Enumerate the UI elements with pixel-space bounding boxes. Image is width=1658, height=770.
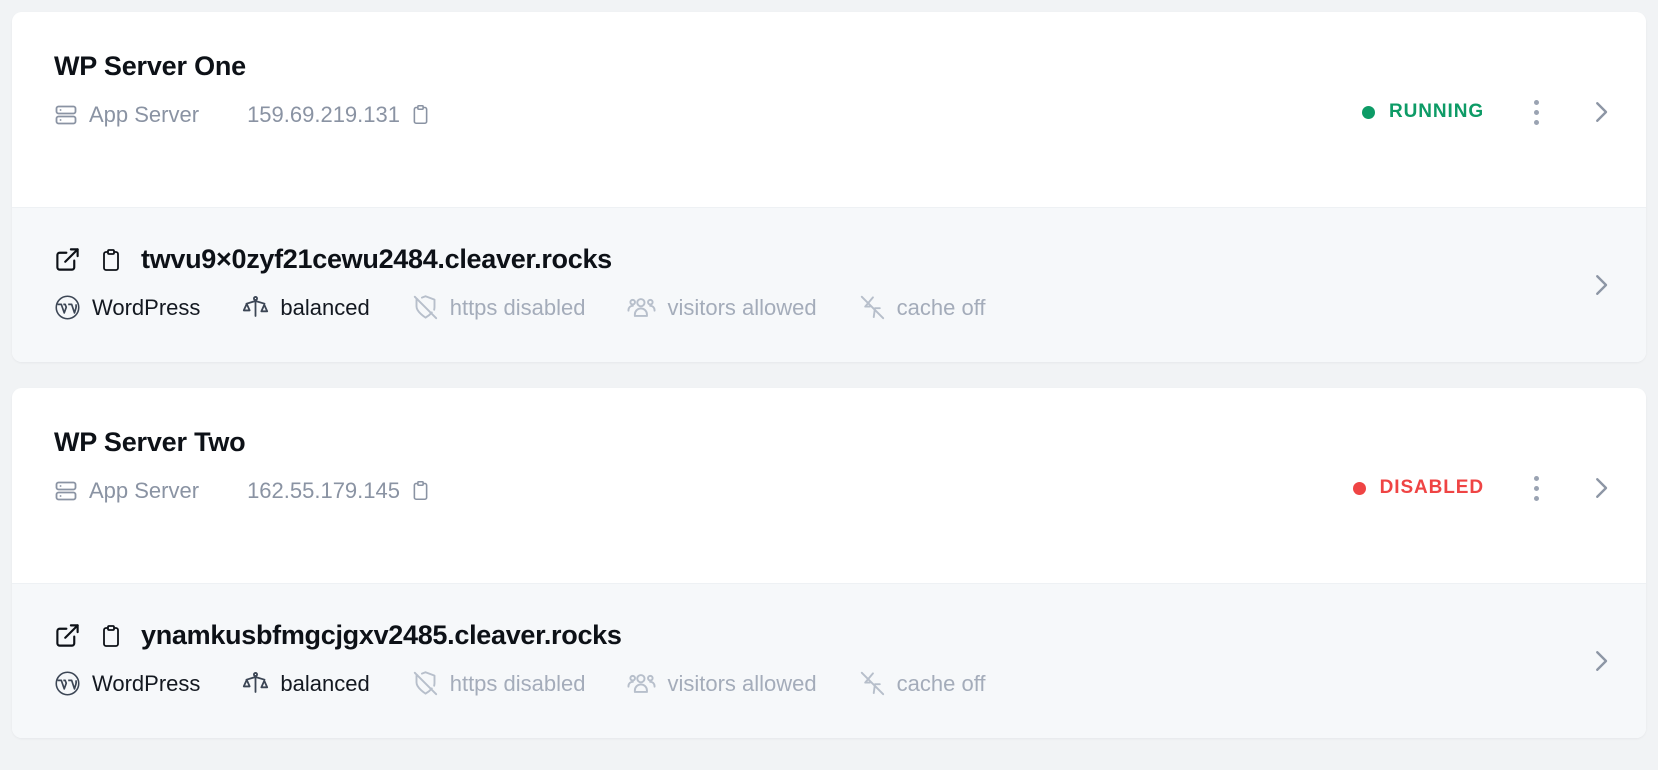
- status-badge: RUNNING: [1362, 101, 1484, 123]
- users-icon: [627, 669, 657, 698]
- zap-off-icon: [859, 294, 886, 321]
- server-ip[interactable]: 159.69.219.131: [247, 102, 431, 128]
- site-meta-label: balanced: [280, 294, 370, 320]
- server-summary-row[interactable]: WP Server One App Server 159.69.219.131 …: [12, 12, 1646, 207]
- site-meta-label: balanced: [280, 670, 370, 696]
- server-kind: App Server: [54, 478, 199, 504]
- users-icon: [627, 293, 657, 322]
- server-kind: App Server: [54, 102, 199, 128]
- wordpress-icon: [54, 294, 81, 321]
- kebab-menu-icon[interactable]: [1514, 90, 1558, 134]
- kebab-dot: [1533, 119, 1539, 125]
- server-kind-label: App Server: [89, 477, 200, 503]
- kebab-dot: [1533, 485, 1539, 491]
- external-link-icon[interactable]: [54, 246, 81, 273]
- site-info: twvu9×0zyf21cewu2484.cleaver.rocks WordP…: [54, 244, 1612, 322]
- site-meta: WordPress balanced https disabled visito…: [54, 293, 1612, 322]
- clipboard-icon[interactable]: [99, 248, 123, 272]
- chevron-right-icon[interactable]: [1586, 646, 1616, 676]
- server-kind-label: App Server: [89, 101, 200, 127]
- clipboard-icon[interactable]: [99, 624, 123, 648]
- status-dot: [1352, 481, 1366, 495]
- server-ip-value: 159.69.219.131: [247, 101, 400, 127]
- status-badge: DISABLED: [1352, 477, 1484, 499]
- site-meta-label: visitors allowed: [667, 294, 817, 320]
- wordpress-icon: [54, 670, 81, 697]
- status-label: DISABLED: [1379, 477, 1484, 498]
- site-title: ynamkusbfmgcjgxv2485.cleaver.rocks: [54, 620, 1612, 651]
- chevron-right-icon[interactable]: [1586, 473, 1616, 503]
- server-ip[interactable]: 162.55.179.145: [247, 478, 431, 504]
- site-meta-balanced: balanced: [242, 670, 370, 697]
- site-meta-https: https disabled: [412, 670, 586, 697]
- site-meta: WordPress balanced https disabled visito…: [54, 669, 1612, 698]
- kebab-dot: [1533, 109, 1539, 115]
- site-meta-cache: cache off: [859, 670, 986, 697]
- site-meta-visitors: visitors allowed: [627, 293, 817, 322]
- site-meta-label: visitors allowed: [667, 670, 817, 696]
- server-name: WP Server Two: [54, 427, 246, 457]
- site-meta-label: https disabled: [449, 670, 586, 696]
- site-meta-label: cache off: [896, 670, 986, 696]
- scales-balance-icon: [242, 294, 269, 321]
- site-domain: twvu9×0zyf21cewu2484.cleaver.rocks: [141, 244, 612, 274]
- site-meta-visitors: visitors allowed: [627, 669, 817, 698]
- server-actions: DISABLED: [1352, 466, 1616, 510]
- chevron-right-icon[interactable]: [1586, 270, 1616, 300]
- clipboard-icon[interactable]: [410, 104, 431, 125]
- site-meta-label: WordPress: [92, 294, 201, 320]
- scales-balance-icon: [242, 670, 269, 697]
- kebab-dot: [1533, 495, 1539, 501]
- site-meta-wordpress: WordPress: [54, 670, 200, 697]
- zap-off-icon: [859, 670, 886, 697]
- site-meta-label: WordPress: [92, 670, 201, 696]
- server-icon: [54, 103, 78, 127]
- kebab-menu-icon[interactable]: [1514, 466, 1558, 510]
- site-domain: ynamkusbfmgcjgxv2485.cleaver.rocks: [141, 620, 622, 650]
- site-title: twvu9×0zyf21cewu2484.cleaver.rocks: [54, 244, 1612, 275]
- server-name: WP Server One: [54, 51, 246, 81]
- server-icon: [54, 479, 78, 503]
- site-meta-label: cache off: [896, 294, 986, 320]
- status-label: RUNNING: [1389, 101, 1484, 122]
- external-link-icon[interactable]: [54, 622, 81, 649]
- server-card: WP Server One App Server 159.69.219.131 …: [12, 12, 1646, 362]
- server-ip-value: 162.55.179.145: [247, 477, 400, 503]
- server-actions: RUNNING: [1362, 90, 1616, 134]
- shield-off-icon: [412, 294, 439, 321]
- site-meta-wordpress: WordPress: [54, 294, 200, 321]
- chevron-right-icon[interactable]: [1586, 97, 1616, 127]
- server-card: WP Server Two App Server 162.55.179.145 …: [12, 388, 1646, 738]
- server-list: WP Server One App Server 159.69.219.131 …: [0, 0, 1658, 770]
- clipboard-icon[interactable]: [410, 480, 431, 501]
- site-meta-cache: cache off: [859, 294, 986, 321]
- kebab-dot: [1533, 475, 1539, 481]
- shield-off-icon: [412, 670, 439, 697]
- kebab-dot: [1533, 99, 1539, 105]
- site-row[interactable]: ynamkusbfmgcjgxv2485.cleaver.rocks WordP…: [12, 583, 1646, 738]
- site-row[interactable]: twvu9×0zyf21cewu2484.cleaver.rocks WordP…: [12, 207, 1646, 362]
- site-meta-balanced: balanced: [242, 294, 370, 321]
- site-info: ynamkusbfmgcjgxv2485.cleaver.rocks WordP…: [54, 620, 1612, 698]
- server-summary-row[interactable]: WP Server Two App Server 162.55.179.145 …: [12, 388, 1646, 583]
- status-dot: [1362, 105, 1376, 119]
- site-meta-https: https disabled: [412, 294, 586, 321]
- site-meta-label: https disabled: [449, 294, 586, 320]
